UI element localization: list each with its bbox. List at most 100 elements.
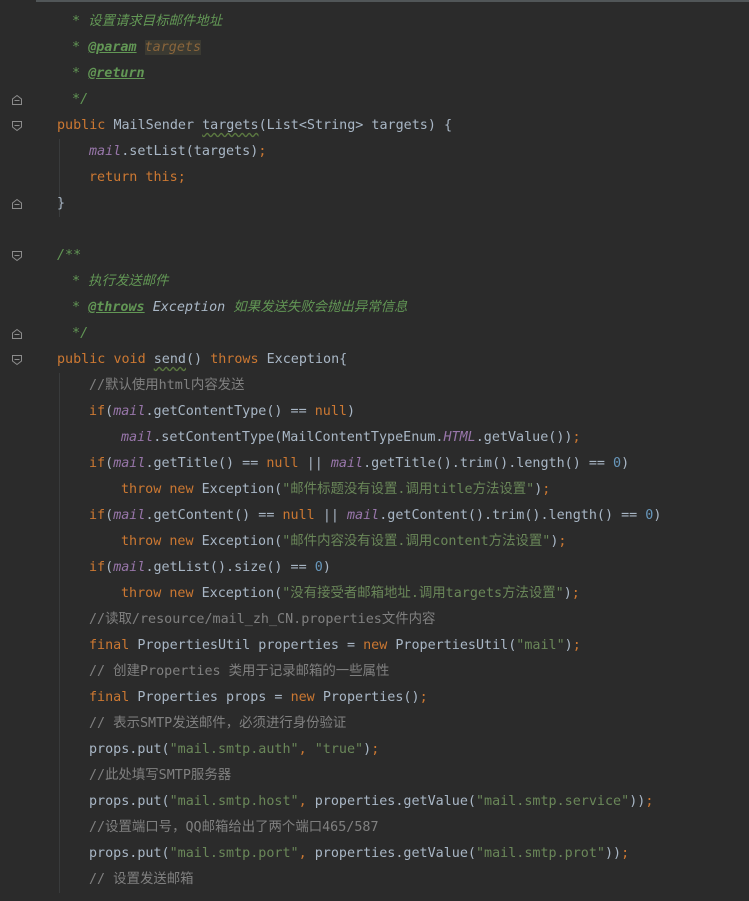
code-token: Properties() <box>322 690 420 705</box>
code-line[interactable]: throw new Exception("邮件标题没有设置.调用title方法设… <box>121 477 550 503</box>
code-token: || <box>322 508 347 523</box>
code-token: ) <box>621 456 630 471</box>
indent-guide <box>59 373 60 893</box>
code-token: ; <box>177 170 186 185</box>
code-token: new <box>290 690 323 705</box>
code-token: public <box>57 118 114 133</box>
code-editor[interactable]: * 设置请求目标邮件地址 * @param targets * @return … <box>0 0 749 901</box>
code-line[interactable]: if(mail.getTitle() == null || mail.getTi… <box>89 451 629 477</box>
code-token: || <box>306 456 331 471</box>
code-token: () <box>186 352 211 367</box>
code-token: * 执行发送邮件 <box>64 274 169 289</box>
code-line[interactable]: throw new Exception("邮件内容没有设置.调用content方… <box>121 529 566 555</box>
code-token: ; <box>645 794 654 809</box>
code-token: ) <box>564 638 573 653</box>
code-token: .getContent().trim().length() == <box>379 508 646 523</box>
code-line[interactable]: throw new Exception("没有接受者邮箱地址.调用targets… <box>121 581 580 607</box>
code-token: null <box>266 456 307 471</box>
code-line[interactable]: */ <box>64 87 88 113</box>
code-token: ( <box>105 404 114 419</box>
code-line[interactable]: */ <box>64 321 88 347</box>
code-line[interactable]: * @param targets <box>64 35 202 61</box>
code-line[interactable]: // 设置发送邮箱 <box>89 867 194 893</box>
code-token: )) <box>629 794 646 809</box>
code-line[interactable]: if(mail.getContent() == null || mail.get… <box>89 503 661 529</box>
code-token: */ <box>64 92 89 107</box>
code-token: final <box>89 690 138 705</box>
code-token: "true" <box>314 742 364 757</box>
code-token: .getTitle().trim().length() == <box>363 456 614 471</box>
code-line[interactable]: //默认使用html内容发送 <box>89 373 245 399</box>
code-token: throw <box>121 586 170 601</box>
code-token: ; <box>258 144 267 159</box>
code-token: Exception( <box>201 482 283 497</box>
code-token: props.put( <box>89 794 170 809</box>
code-line[interactable]: /** <box>57 243 81 269</box>
code-token: ; <box>621 846 630 861</box>
code-token: Properties props = <box>137 690 291 705</box>
code-token: new <box>363 638 396 653</box>
code-line[interactable]: mail.setContentType(MailContentTypeEnum.… <box>121 425 581 451</box>
code-token: throw <box>121 482 170 497</box>
code-token: ) <box>322 560 331 575</box>
code-line[interactable]: public MailSender targets(List<String> t… <box>57 113 452 139</box>
code-line[interactable]: // 表示SMTP发送邮件，必须进行身份验证 <box>89 711 346 737</box>
code-token: Exception <box>152 300 226 315</box>
code-line[interactable]: //读取/resource/mail_zh_CN.properties文件内容 <box>89 607 435 633</box>
code-line[interactable]: final PropertiesUtil properties = new Pr… <box>89 633 581 659</box>
code-token: targets <box>144 40 202 55</box>
code-line[interactable]: } <box>57 191 65 217</box>
code-token: "没有接受者邮箱地址.调用targets方法设置" <box>282 586 564 601</box>
code-token: HTML <box>443 430 476 445</box>
code-token: send <box>153 352 186 367</box>
code-token: mail <box>89 144 122 159</box>
code-line[interactable]: // 创建Properties 类用于记录邮箱的一些属性 <box>89 659 389 685</box>
code-token: ( <box>105 508 114 523</box>
code-token: Exception( <box>201 534 283 549</box>
code-line[interactable]: * 设置请求目标邮件地址 <box>64 9 222 35</box>
code-token: ) <box>563 586 572 601</box>
code-token: if <box>89 560 106 575</box>
code-token: ; <box>542 482 551 497</box>
code-token: ; <box>371 742 380 757</box>
code-line[interactable]: final Properties props = new Properties(… <box>89 685 428 711</box>
code-token: "mail.smtp.prot" <box>476 846 605 861</box>
code-token: //设置端口号，QQ邮箱给出了两个端口465/587 <box>89 820 379 835</box>
code-line[interactable]: * 执行发送邮件 <box>64 269 169 295</box>
code-line[interactable]: public void send() throws Exception{ <box>57 347 347 373</box>
code-token: null <box>314 404 347 419</box>
code-token: )) <box>605 846 622 861</box>
code-token: properties.getValue( <box>314 846 476 861</box>
code-token: * <box>64 300 89 315</box>
code-token: // 创建Properties 类用于记录邮箱的一些属性 <box>89 664 390 679</box>
code-line[interactable]: * @return <box>64 61 145 87</box>
code-token: "mail.smtp.host" <box>169 794 299 809</box>
code-line[interactable]: props.put("mail.smtp.host", properties.g… <box>89 789 653 815</box>
code-token: @param <box>88 40 137 55</box>
code-line[interactable]: * @throws Exception 如果发送失败会抛出异常信息 <box>64 295 407 321</box>
code-token: // 设置发送邮箱 <box>89 872 194 887</box>
code-line[interactable]: props.put("mail.smtp.auth", "true"); <box>89 737 379 763</box>
code-token: ) <box>363 742 372 757</box>
code-line[interactable]: if(mail.getList().size() == 0) <box>89 555 331 581</box>
code-line[interactable]: return this; <box>89 165 186 191</box>
code-area[interactable]: * 设置请求目标邮件地址 * @param targets * @return … <box>0 0 749 901</box>
code-line[interactable]: props.put("mail.smtp.port", properties.g… <box>89 841 629 867</box>
code-line[interactable]: //设置端口号，QQ邮箱给出了两个端口465/587 <box>89 815 379 841</box>
code-token: , <box>298 846 315 861</box>
code-token: MailSender <box>113 118 203 133</box>
code-line[interactable]: mail.setList(targets); <box>89 139 266 165</box>
code-token: props.put( <box>89 742 170 757</box>
code-token: 0 <box>314 560 323 575</box>
code-line[interactable]: if(mail.getContentType() == null) <box>89 399 355 425</box>
code-token: .getContentType() == <box>145 404 315 419</box>
code-line[interactable]: //此处填写SMTP服务器 <box>89 763 231 789</box>
code-token: ; <box>572 430 581 445</box>
code-token: * 设置请求目标邮件地址 <box>64 14 223 29</box>
code-token: * <box>64 66 89 81</box>
code-token: "邮件标题没有设置.调用title方法设置" <box>282 482 535 497</box>
code-token: ) <box>653 508 662 523</box>
code-token: ; <box>571 586 580 601</box>
code-token: new <box>169 482 202 497</box>
